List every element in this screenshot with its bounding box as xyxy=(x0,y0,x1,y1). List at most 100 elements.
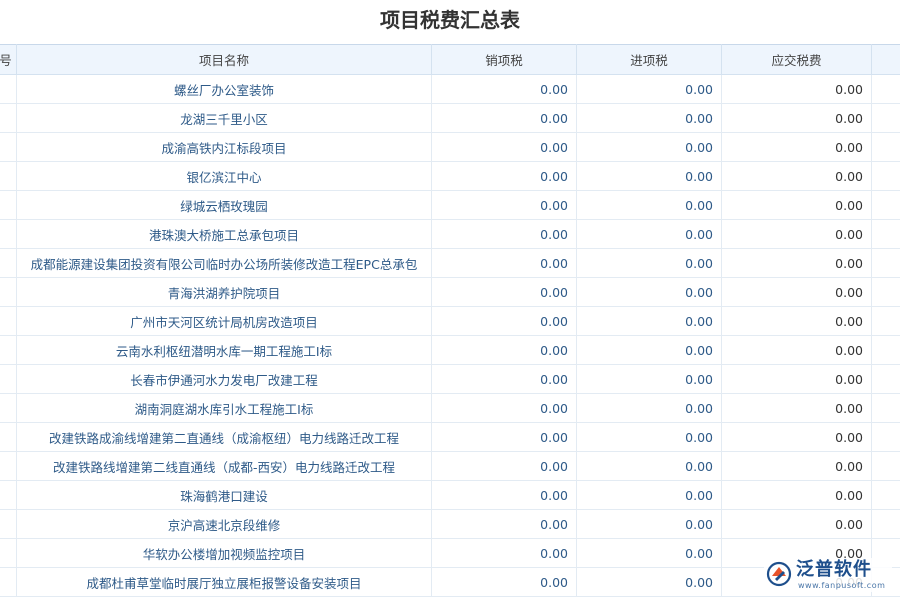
output-tax-cell: 0.00 xyxy=(432,162,577,191)
row-extra-cell xyxy=(872,481,900,510)
table-row[interactable]: 改建铁路线增建第二线直通线（成都-西安）电力线路迁改工程0.000.000.00 xyxy=(0,452,900,481)
input-tax-cell: 0.00 xyxy=(577,191,722,220)
table-row[interactable]: 广州市天河区统计局机房改造项目0.000.000.00 xyxy=(0,307,900,336)
input-tax-cell: 0.00 xyxy=(577,249,722,278)
output-tax-cell: 0.00 xyxy=(432,133,577,162)
table-row[interactable]: 珠海鹤港口建设0.000.000.00 xyxy=(0,481,900,510)
table-header-row: 号 项目名称 销项税 进项税 应交税费 xyxy=(0,45,900,75)
row-index-cell xyxy=(0,365,17,394)
row-index-cell xyxy=(0,423,17,452)
project-name-cell: 青海洪湖养护院项目 xyxy=(17,278,432,307)
table-row[interactable]: 成都能源建设集团投资有限公司临时办公场所装修改造工程EPC总承包 0.000.00… xyxy=(0,249,900,278)
tax-due-cell: 0.00 xyxy=(722,278,872,307)
output-tax-cell: 0.00 xyxy=(432,307,577,336)
tax-due-cell: 0.00 xyxy=(722,481,872,510)
column-header-tax-due[interactable]: 应交税费 xyxy=(722,45,872,75)
input-tax-cell: 0.00 xyxy=(577,307,722,336)
output-tax-cell: 0.00 xyxy=(432,278,577,307)
output-tax-cell: 0.00 xyxy=(432,220,577,249)
output-tax-cell: 0.00 xyxy=(432,510,577,539)
row-extra-cell xyxy=(872,394,900,423)
column-header-output-tax[interactable]: 销项税 xyxy=(432,45,577,75)
table-row[interactable]: 成渝高铁内江标段项目0.000.000.00 xyxy=(0,133,900,162)
input-tax-cell: 0.00 xyxy=(577,278,722,307)
input-tax-cell: 0.00 xyxy=(577,568,722,597)
project-name-cell: 广州市天河区统计局机房改造项目 xyxy=(17,307,432,336)
row-index-cell xyxy=(0,394,17,423)
input-tax-cell: 0.00 xyxy=(577,394,722,423)
row-extra-cell xyxy=(872,75,900,104)
input-tax-cell: 0.00 xyxy=(577,539,722,568)
project-name-cell: 成都能源建设集团投资有限公司临时办公场所装修改造工程EPC总承包 xyxy=(17,249,432,278)
row-extra-cell xyxy=(872,307,900,336)
output-tax-cell: 0.00 xyxy=(432,539,577,568)
output-tax-cell: 0.00 xyxy=(432,568,577,597)
table-row[interactable]: 云南水利枢纽潜明水库一期工程施工I标0.000.000.00 xyxy=(0,336,900,365)
input-tax-cell: 0.00 xyxy=(577,452,722,481)
row-extra-cell xyxy=(872,249,900,278)
row-index-cell xyxy=(0,539,17,568)
project-name-cell: 成渝高铁内江标段项目 xyxy=(17,133,432,162)
row-extra-cell xyxy=(872,220,900,249)
column-header-extra xyxy=(872,45,900,75)
row-index-cell xyxy=(0,568,17,597)
tax-due-cell: 0.00 xyxy=(722,75,872,104)
row-extra-cell xyxy=(872,365,900,394)
row-extra-cell xyxy=(872,452,900,481)
output-tax-cell: 0.00 xyxy=(432,423,577,452)
table-row[interactable]: 银亿滨江中心0.000.000.00 xyxy=(0,162,900,191)
row-extra-cell xyxy=(872,191,900,220)
row-index-cell xyxy=(0,249,17,278)
project-name-cell: 港珠澳大桥施工总承包项目 xyxy=(17,220,432,249)
row-index-cell xyxy=(0,75,17,104)
tax-due-cell: 0.00 xyxy=(722,133,872,162)
row-extra-cell xyxy=(872,278,900,307)
input-tax-cell: 0.00 xyxy=(577,336,722,365)
tax-due-cell: 0.00 xyxy=(722,423,872,452)
input-tax-cell: 0.00 xyxy=(577,510,722,539)
project-name-cell: 云南水利枢纽潜明水库一期工程施工I标 xyxy=(17,336,432,365)
tax-due-cell: 0.00 xyxy=(722,307,872,336)
column-header-index[interactable]: 号 xyxy=(0,45,17,75)
input-tax-cell: 0.00 xyxy=(577,423,722,452)
row-index-cell xyxy=(0,307,17,336)
output-tax-cell: 0.00 xyxy=(432,394,577,423)
row-index-cell xyxy=(0,278,17,307)
tax-due-cell: 0.00 xyxy=(722,510,872,539)
row-index-cell xyxy=(0,220,17,249)
row-index-cell xyxy=(0,510,17,539)
input-tax-cell: 0.00 xyxy=(577,365,722,394)
column-header-project-name[interactable]: 项目名称 xyxy=(17,45,432,75)
output-tax-cell: 0.00 xyxy=(432,452,577,481)
table-row[interactable]: 改建铁路成渝线增建第二直通线（成渝枢纽）电力线路迁改工程0.000.000.00 xyxy=(0,423,900,452)
column-header-input-tax[interactable]: 进项税 xyxy=(577,45,722,75)
table-row[interactable]: 长春市伊通河水力发电厂改建工程0.000.000.00 xyxy=(0,365,900,394)
output-tax-cell: 0.00 xyxy=(432,481,577,510)
output-tax-cell: 0.00 xyxy=(432,365,577,394)
table-row[interactable]: 绿城云栖玫瑰园0.000.000.00 xyxy=(0,191,900,220)
tax-due-cell: 0.00 xyxy=(722,452,872,481)
table-body: 螺丝厂办公室装饰0.000.000.00龙湖三千里小区0.000.000.00成… xyxy=(0,75,900,597)
brand-url: www.fanpusoft.com xyxy=(798,581,885,590)
project-name-cell: 螺丝厂办公室装饰 xyxy=(17,75,432,104)
table-row[interactable]: 京沪高速北京段维修0.000.000.00 xyxy=(0,510,900,539)
tax-due-cell: 0.00 xyxy=(722,162,872,191)
project-name-cell: 华软办公楼增加视频监控项目 xyxy=(17,539,432,568)
input-tax-cell: 0.00 xyxy=(577,481,722,510)
table-row[interactable]: 螺丝厂办公室装饰0.000.000.00 xyxy=(0,75,900,104)
table-row[interactable]: 湖南洞庭湖水库引水工程施工I标0.000.000.00 xyxy=(0,394,900,423)
table-row[interactable]: 港珠澳大桥施工总承包项目0.000.000.00 xyxy=(0,220,900,249)
table-row[interactable]: 龙湖三千里小区0.000.000.00 xyxy=(0,104,900,133)
project-name-cell: 改建铁路成渝线增建第二直通线（成渝枢纽）电力线路迁改工程 xyxy=(17,423,432,452)
fanpu-logo-icon xyxy=(766,561,792,587)
output-tax-cell: 0.00 xyxy=(432,75,577,104)
table-row[interactable]: 青海洪湖养护院项目0.000.000.00 xyxy=(0,278,900,307)
row-index-cell xyxy=(0,104,17,133)
input-tax-cell: 0.00 xyxy=(577,104,722,133)
page-title: 项目税费汇总表 xyxy=(0,0,900,44)
row-extra-cell xyxy=(872,162,900,191)
row-index-cell xyxy=(0,162,17,191)
tax-due-cell: 0.00 xyxy=(722,249,872,278)
tax-due-cell: 0.00 xyxy=(722,336,872,365)
output-tax-cell: 0.00 xyxy=(432,104,577,133)
